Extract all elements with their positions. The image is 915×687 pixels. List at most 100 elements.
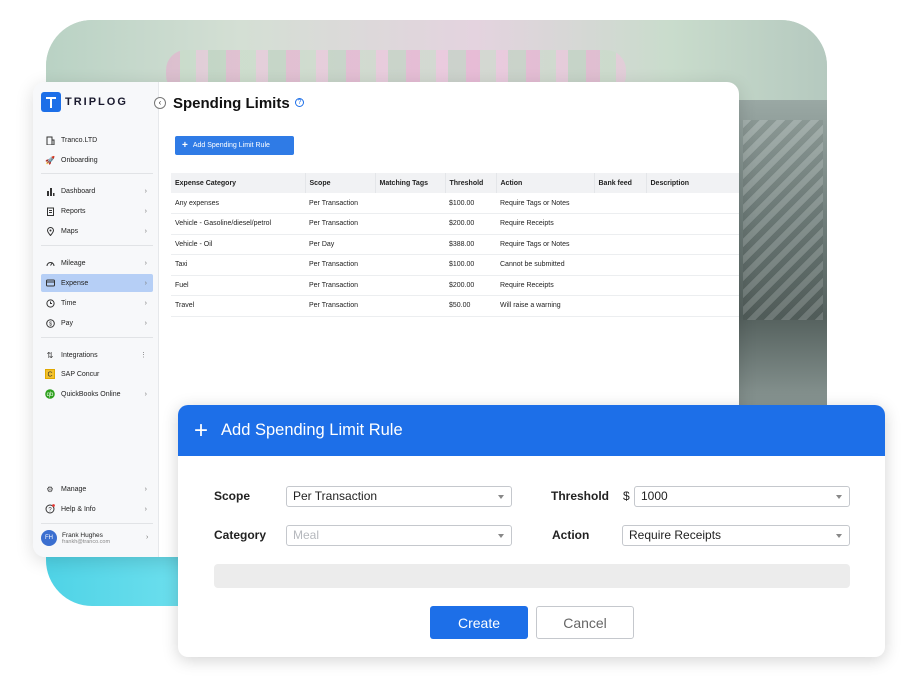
cell-bank-feed [594,275,646,296]
sidebar-item-integrations[interactable]: ⇅ Integrations ⋮ [41,346,153,364]
background-window [737,100,827,410]
cell-bank-feed [594,295,646,317]
cell-scope: Per Transaction [305,193,375,214]
currency-symbol: $ [623,489,630,503]
cell-bank-feed [594,234,646,255]
sidebar-item-sap-concur[interactable]: C SAP Concur [41,365,153,383]
cell-tags [375,193,445,214]
card-icon [45,278,55,288]
sidebar-item-reports[interactable]: Reports › [41,202,153,220]
chevron-right-icon: › [144,505,147,513]
sidebar-item-dashboard[interactable]: Dashboard › [41,182,153,200]
threshold-label: Threshold [551,489,610,503]
column-header[interactable]: Action [496,173,595,193]
add-spending-limit-rule-button[interactable]: + Add Spending Limit Rule [175,136,294,155]
sidebar-item-label: Manage [61,485,87,493]
chevron-down-icon [498,495,504,499]
category-placeholder: Meal [293,528,320,542]
action-value: Require Receipts [629,528,722,542]
chevron-down-icon [836,495,842,499]
plus-icon: + [182,140,188,151]
column-header[interactable]: Description [646,173,739,193]
building-icon [45,135,55,145]
cell-threshold: $200.00 [445,213,496,235]
sidebar-item-maps[interactable]: Maps › [41,222,153,240]
action-select[interactable]: Require Receipts [622,525,850,546]
table-row[interactable]: Vehicle - Gasoline/diesel/petrol Per Tra… [171,213,739,235]
sidebar-divider [41,523,153,524]
column-header[interactable]: Expense Category [171,173,306,193]
column-header[interactable]: Scope [305,173,376,193]
table-row[interactable]: Any expenses Per Transaction $100.00 Req… [171,193,739,214]
sidebar-item-label: Tranco.LTD [61,136,98,144]
sidebar-item-company[interactable]: Tranco.LTD [41,131,153,149]
cell-bank-feed [594,213,646,235]
gauge-icon [45,258,55,268]
sidebar-item-expense[interactable]: Expense › [41,274,153,292]
cell-scope: Per Transaction [305,295,375,317]
user-profile[interactable]: FH Frank Hughes frankh@tranco.com [41,530,110,546]
user-email: frankh@tranco.com [62,538,111,545]
cell-action: Cannot be submitted [496,254,594,276]
cancel-button[interactable]: Cancel [536,606,634,639]
category-label: Category [214,528,267,542]
cell-action: Require Receipts [496,213,594,235]
bar-chart-icon [45,186,55,196]
sidebar-item-time[interactable]: Time › [41,294,153,312]
threshold-value: 1000 [641,489,668,503]
cell-action: Require Tags or Notes [496,234,594,255]
collapse-sidebar-button[interactable]: ‹ [154,97,166,109]
info-bar [214,564,850,588]
sidebar-item-help[interactable]: ? Help & Info › [41,500,153,518]
table-row[interactable]: Travel Per Transaction $50.00 Will raise… [171,295,739,317]
cell-category: Any expenses [171,193,305,214]
cell-description [646,254,739,276]
chevron-down-icon [498,534,504,538]
clock-icon [45,298,55,308]
sidebar-item-label: Maps [61,227,79,235]
sidebar-item-quickbooks[interactable]: qb QuickBooks Online › [41,385,153,403]
sidebar-item-onboarding[interactable]: 🚀 Onboarding [41,151,153,169]
chevron-right-icon: › [144,279,147,287]
brand-logo[interactable]: TRIPLOG [41,92,128,112]
quickbooks-icon: qb [45,389,55,399]
cell-description [646,295,739,317]
sync-icon: ⇅ [46,350,54,360]
scope-value: Per Transaction [293,489,378,503]
column-header[interactable]: Matching Tags [375,173,446,193]
chevron-right-icon: › [144,485,147,493]
cell-action: Will raise a warning [496,295,594,317]
sap-concur-icon: C [45,369,55,379]
table-header-row: Expense Category Scope Matching Tags Thr… [171,173,739,193]
sidebar-divider [41,337,153,338]
action-label: Action [552,528,590,542]
category-select[interactable]: Meal [286,525,512,546]
cell-category: Vehicle - Oil [171,234,305,255]
sidebar-item-manage[interactable]: ⚙ Manage › [41,480,153,498]
cell-scope: Per Transaction [305,213,375,235]
threshold-input[interactable]: 1000 [634,486,850,507]
cell-category: Taxi [171,254,305,276]
cell-action: Require Receipts [496,275,594,296]
plus-icon: + [194,416,209,444]
column-header[interactable]: Threshold [445,173,497,193]
cell-tags [375,234,445,255]
create-button[interactable]: Create [430,606,528,639]
help-icon[interactable]: ? [295,98,304,107]
sidebar-item-pay[interactable]: $ Pay › [41,314,153,332]
gear-icon: ⚙ [46,484,54,494]
cell-tags [375,213,445,235]
sidebar-item-label: Reports [61,207,86,215]
cell-category: Vehicle - Gasoline/diesel/petrol [171,213,305,235]
column-header[interactable]: Bank feed [594,173,647,193]
table-row[interactable]: Taxi Per Transaction $100.00 Cannot be s… [171,254,739,276]
cell-description [646,275,739,296]
sidebar-divider [41,245,153,246]
sidebar-item-mileage[interactable]: Mileage › [41,254,153,272]
table-row[interactable]: Fuel Per Transaction $200.00 Require Rec… [171,275,739,296]
more-icon: ⋮ [140,352,147,359]
scope-select[interactable]: Per Transaction [286,486,512,507]
cell-tags [375,295,445,317]
table-row[interactable]: Vehicle - Oil Per Day $388.00 Require Ta… [171,234,739,255]
add-rule-dialog: + Add Spending Limit Rule Scope Per Tran… [178,405,885,657]
